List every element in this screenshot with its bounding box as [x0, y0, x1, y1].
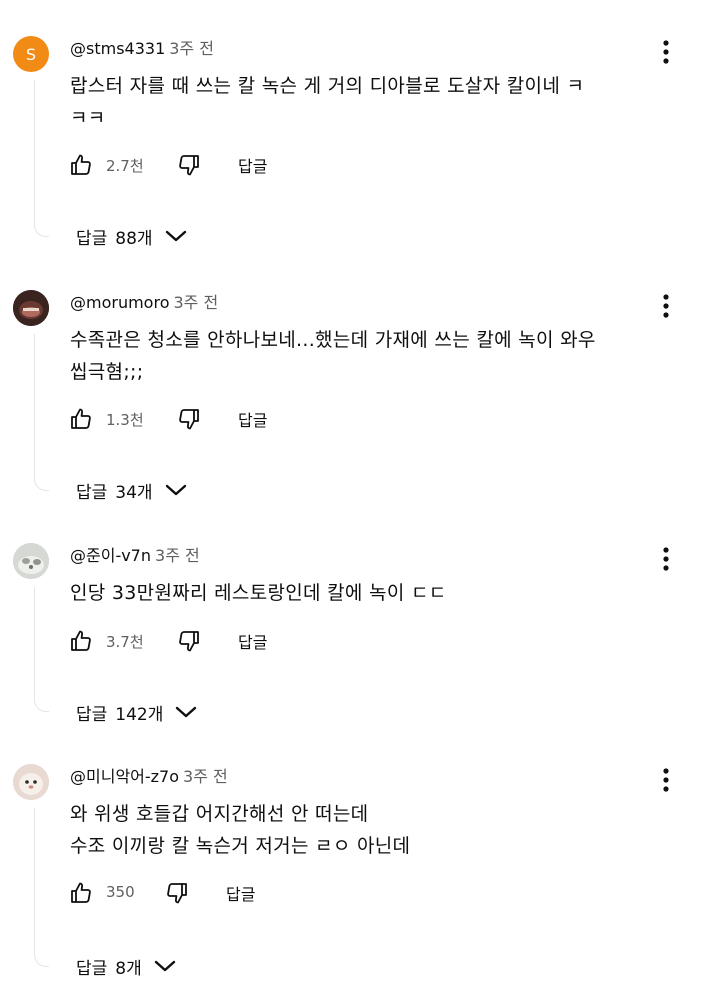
- reply-button[interactable]: 답글: [226, 881, 255, 905]
- avatar-image: [13, 543, 49, 579]
- comment-header: @준이-v7n 3주 전: [70, 545, 200, 567]
- author-name[interactable]: @미니악어-z7o: [70, 767, 179, 786]
- timestamp[interactable]: 3주 전: [169, 39, 214, 58]
- comment-text: 인당 33만원짜리 레스토랑인데 칼에 녹이 ㄷㄷ: [70, 582, 447, 604]
- avatar-image: [13, 764, 49, 800]
- like-button[interactable]: [68, 627, 94, 655]
- timestamp[interactable]: 3주 전: [183, 767, 228, 786]
- view-replies-button[interactable]: 답글 88개: [76, 222, 187, 250]
- more-vert-icon: [663, 40, 669, 64]
- comment-text: 랍스터 자를 때 쓰는 칼 녹슨 게 거의 디아블로 도살자 칼이네 ㅋ ㅋㅋ: [70, 75, 585, 129]
- replies-count: 34개: [115, 482, 153, 503]
- thread-line: [34, 808, 49, 967]
- like-count: 1.3천: [106, 411, 144, 429]
- avatar-letter: S: [25, 44, 37, 64]
- like-count: 350: [106, 883, 135, 901]
- like-button[interactable]: [68, 405, 94, 433]
- avatar-image: [13, 290, 49, 326]
- replies-count: 8개: [115, 958, 142, 979]
- chevron-down-icon: [154, 959, 176, 973]
- view-replies-button[interactable]: 답글 142개: [76, 698, 197, 726]
- dislike-button[interactable]: [164, 879, 190, 907]
- like-count: 2.7천: [106, 157, 144, 175]
- thread-line: [34, 80, 49, 237]
- like-button[interactable]: [68, 151, 94, 179]
- chevron-down-icon: [165, 229, 187, 243]
- avatar[interactable]: S: [13, 36, 49, 72]
- more-vert-icon: [663, 768, 669, 792]
- more-vert-icon: [663, 547, 669, 571]
- author-name[interactable]: @morumoro: [70, 293, 169, 312]
- avatar[interactable]: [13, 290, 49, 326]
- avatar[interactable]: [13, 764, 49, 800]
- chevron-down-icon: [175, 705, 197, 719]
- replies-count: 88개: [115, 228, 153, 249]
- dislike-button[interactable]: [176, 627, 202, 655]
- reply-button[interactable]: 답글: [238, 407, 267, 431]
- view-replies-button[interactable]: 답글 8개: [76, 952, 176, 980]
- more-actions-button[interactable]: [654, 545, 678, 573]
- dislike-icon: [179, 409, 199, 430]
- timestamp[interactable]: 3주 전: [155, 546, 200, 565]
- replies-label: 답글: [76, 482, 108, 503]
- avatar[interactable]: [13, 543, 49, 579]
- replies-label: 답글: [76, 228, 108, 249]
- more-actions-button[interactable]: [654, 766, 678, 794]
- like-icon: [71, 154, 91, 175]
- thread-line: [34, 334, 49, 491]
- like-count: 3.7천: [106, 633, 144, 651]
- reply-button[interactable]: 답글: [238, 629, 267, 653]
- dislike-button[interactable]: [176, 405, 202, 433]
- like-icon: [71, 882, 91, 903]
- comment-header: @미니악어-z7o 3주 전: [70, 766, 228, 788]
- chevron-down-icon: [165, 483, 187, 497]
- comment-header: @stms4331 3주 전: [70, 38, 214, 60]
- replies-count: 142개: [115, 704, 164, 725]
- more-vert-icon: [663, 294, 669, 318]
- timestamp[interactable]: 3주 전: [173, 293, 218, 312]
- like-button[interactable]: [68, 879, 94, 907]
- comment-header: @morumoro 3주 전: [70, 292, 218, 314]
- author-name[interactable]: @stms4331: [70, 39, 165, 58]
- dislike-button[interactable]: [176, 151, 202, 179]
- comment-text: 수족관은 청소를 안하나보네...했는데 가재에 쓰는 칼에 녹이 와우 씹극혐…: [70, 329, 596, 383]
- dislike-icon: [179, 155, 199, 176]
- like-icon: [71, 630, 91, 651]
- replies-label: 답글: [76, 958, 108, 979]
- comment-text: 와 위생 호들갑 어지간해선 안 떠는데 수조 이끼랑 칼 녹슨거 저거는 ㄹㅇ…: [70, 803, 411, 857]
- like-icon: [71, 408, 91, 429]
- dislike-icon: [167, 883, 187, 904]
- view-replies-button[interactable]: 답글 34개: [76, 476, 187, 504]
- more-actions-button[interactable]: [654, 38, 678, 66]
- reply-button[interactable]: 답글: [238, 153, 267, 177]
- more-actions-button[interactable]: [654, 292, 678, 320]
- dislike-icon: [179, 631, 199, 652]
- thread-line: [34, 587, 49, 712]
- replies-label: 답글: [76, 704, 108, 725]
- author-name[interactable]: @준이-v7n: [70, 546, 151, 565]
